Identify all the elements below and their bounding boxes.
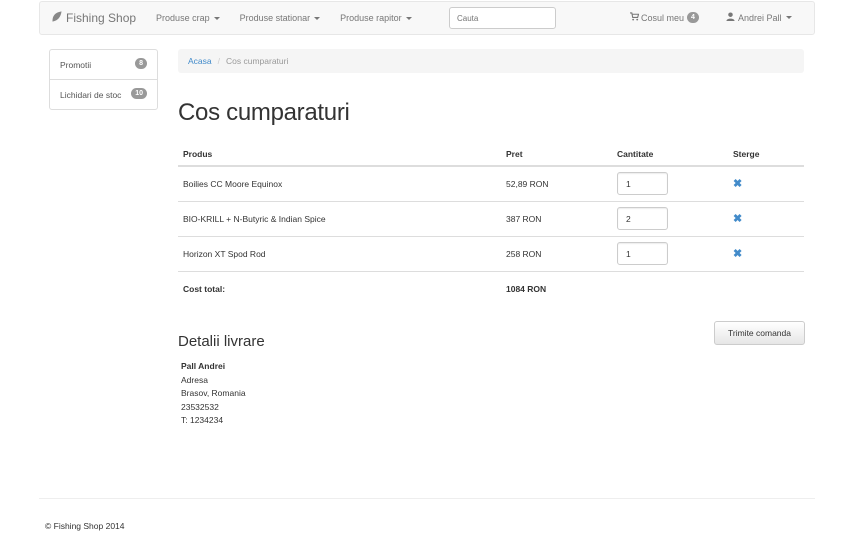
column-header-product: Produs — [178, 142, 501, 167]
breadcrumb-separator: / — [217, 56, 220, 66]
empty-cell — [612, 270, 728, 306]
brand-name: Fishing Shop — [66, 11, 137, 25]
column-header-quantity: Cantitate — [612, 142, 728, 167]
menu-label: Produse crap — [156, 13, 210, 23]
product-name: Boilies CC Moore Equinox — [183, 178, 283, 189]
caret-down-icon — [405, 16, 412, 20]
user-icon — [726, 12, 735, 23]
remove-icon[interactable]: ✖ — [733, 213, 742, 225]
sidebar-item-lichidari[interactable]: Lichidari de stoc 10 — [50, 80, 157, 109]
brand-link[interactable]: Fishing Shop — [51, 11, 136, 25]
quantity-cell — [612, 200, 728, 236]
remove-icon[interactable]: ✖ — [733, 248, 742, 260]
quantity-input[interactable] — [617, 207, 668, 230]
breadcrumb: Acasa / Cos cumparaturi — [178, 49, 804, 73]
table-row: Horizon XT Spod Rod 258 RON ✖ — [178, 235, 804, 271]
cart-count-badge: 4 — [687, 12, 699, 23]
sidebar-item-promotii[interactable]: Promotii 8 — [50, 50, 157, 80]
delivery-zip: 23532532 — [181, 401, 219, 412]
sidebar-item-label: Promotii — [60, 60, 92, 70]
product-name: Horizon XT Spod Rod — [178, 235, 501, 271]
table-header-row: Produs Pret Cantitate Sterge — [178, 142, 804, 167]
menu-label: Produse rapitor — [340, 13, 402, 23]
navbar: Fishing Shop Produse crap Produse statio… — [39, 1, 815, 35]
search-input[interactable] — [449, 7, 556, 29]
column-header-remove: Sterge — [728, 142, 804, 167]
quantity-cell — [612, 235, 728, 271]
total-value: 1084 RON — [501, 270, 612, 306]
caret-down-icon — [213, 16, 220, 20]
menu-label: Produse stationar — [239, 13, 311, 23]
product-price: 387 RON — [501, 200, 612, 236]
leaf-icon — [51, 11, 62, 25]
quantity-cell — [612, 166, 728, 201]
delivery-city: Brasov, Romania — [181, 388, 246, 398]
column-header-price: Pret — [501, 142, 612, 167]
menu-produse-crap[interactable]: Produse crap — [156, 13, 220, 23]
remove-cell: ✖ — [728, 235, 804, 271]
product-price: 52,89 RON — [506, 178, 549, 189]
delivery-street: Adresa — [181, 374, 208, 385]
menu-produse-stationar[interactable]: Produse stationar — [240, 13, 321, 23]
remove-cell: ✖ — [728, 166, 804, 201]
breadcrumb-home-link[interactable]: Acasa — [188, 56, 212, 66]
caret-down-icon — [785, 16, 792, 19]
table-row: BIO-KRILL + N-Butyric & Indian Spice 387… — [178, 200, 804, 236]
quantity-input[interactable] — [617, 242, 668, 265]
total-label: Cost total: — [178, 270, 501, 306]
user-name: Andrei Pall — [738, 12, 782, 23]
submit-order-button[interactable]: Trimite comanda — [714, 321, 805, 345]
shopping-cart-icon — [630, 12, 640, 23]
user-menu[interactable]: Andrei Pall — [726, 12, 792, 23]
remove-icon[interactable]: ✖ — [733, 178, 742, 190]
footer-divider — [39, 498, 815, 499]
empty-cell — [728, 270, 804, 306]
product-name: BIO-KRILL + N-Butyric & Indian Spice — [178, 200, 501, 236]
delivery-address: Pall Andrei Adresa Brasov, Romania 23532… — [181, 360, 246, 428]
count-badge: 10 — [131, 88, 147, 99]
menu-produse-rapitor[interactable]: Produse rapitor — [340, 13, 412, 23]
sidebar: Promotii 8 Lichidari de stoc 10 — [49, 49, 158, 110]
quantity-input[interactable] — [617, 172, 668, 196]
delivery-phone: T: 1234234 — [181, 415, 224, 425]
sidebar-item-label: Lichidari de stoc — [60, 90, 122, 100]
total-row: Cost total: 1084 RON — [178, 270, 804, 306]
breadcrumb-current: Cos cumparaturi — [226, 56, 289, 66]
page-title: Cos cumparaturi — [178, 99, 350, 126]
footer-copyright: © Fishing Shop 2014 — [45, 521, 125, 531]
caret-down-icon — [314, 16, 321, 20]
remove-cell: ✖ — [728, 200, 804, 236]
cart-table: Produs Pret Cantitate Sterge Boilies CC … — [178, 142, 804, 306]
cart-link[interactable]: Cosul meu 4 — [630, 12, 699, 23]
count-badge: 8 — [135, 58, 147, 69]
delivery-name: Pall Andrei — [181, 361, 226, 371]
table-row: Boilies CC Moore Equinox 52,89 RON ✖ — [178, 166, 804, 201]
cart-label: Cosul meu — [641, 12, 685, 23]
delivery-title: Detalii livrare — [178, 333, 265, 350]
product-price: 258 RON — [501, 235, 612, 271]
